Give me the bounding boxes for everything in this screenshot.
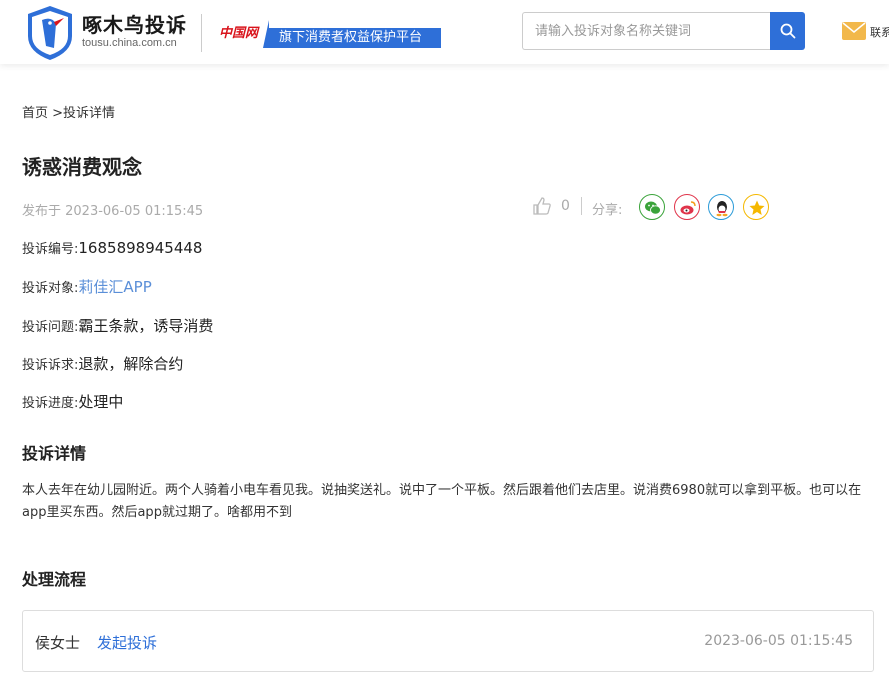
share-separator	[581, 197, 582, 215]
complaint-target-link[interactable]: 莉佳汇APP	[78, 278, 151, 296]
partner-tagline: 旗下消费者权益保护平台	[263, 20, 441, 48]
qq-icon	[716, 201, 728, 217]
page-title: 诱惑消费观念	[22, 155, 142, 179]
field-label: 投诉进度:	[22, 396, 79, 411]
field-label: 投诉对象:	[22, 281, 79, 296]
process-item: 侯女士 发起投诉 2023-06-05 01:15:45	[22, 610, 874, 672]
field-label: 投诉诉求:	[22, 358, 79, 373]
weibo-icon	[680, 201, 696, 215]
site-header: 啄木鸟投诉 tousu.china.com.cn 中国网 旗下消费者权益保护平台…	[0, 0, 889, 64]
process-time: 2023-06-05 01:15:45	[704, 633, 853, 649]
process-heading: 处理流程	[22, 570, 87, 589]
field-label: 投诉编号:	[22, 242, 79, 257]
details-heading: 投诉详情	[22, 444, 87, 463]
complaint-issue-row: 投诉问题:霸王条款，诱导消费	[22, 315, 213, 336]
field-label: 投诉问题:	[22, 320, 79, 335]
woodpecker-logo-icon[interactable]	[24, 4, 76, 62]
complaint-demand: 退款，解除合约	[78, 355, 184, 373]
share-qzone-button[interactable]	[743, 194, 769, 220]
complaint-target-row: 投诉对象:莉佳汇APP	[22, 276, 152, 297]
brand-domain: tousu.china.com.cn	[82, 37, 177, 49]
complaint-progress: 处理中	[78, 393, 124, 411]
process-user: 侯女士	[35, 634, 81, 652]
mail-icon[interactable]	[842, 22, 866, 40]
wechat-icon	[645, 201, 661, 215]
process-action: 发起投诉	[97, 634, 158, 652]
brand-title[interactable]: 啄木鸟投诉	[82, 9, 187, 38]
thumbs-up-icon[interactable]	[532, 196, 552, 216]
complaint-id: 1685898945448	[78, 239, 203, 257]
share-label: 分享:	[592, 203, 623, 218]
share-weibo-button[interactable]	[674, 194, 700, 220]
publish-time: 发布于 2023-06-05 01:15:45	[22, 204, 204, 219]
search-icon	[780, 23, 795, 39]
search-input[interactable]	[522, 12, 771, 50]
header-divider	[201, 14, 202, 52]
complaint-id-row: 投诉编号:1685898945448	[22, 238, 202, 257]
complaint-demand-row: 投诉诉求:退款，解除合约	[22, 353, 183, 374]
china-net-logo[interactable]: 中国网	[219, 22, 258, 41]
contact-link[interactable]: 联系	[870, 24, 889, 40]
qzone-icon	[749, 200, 765, 215]
like-count: 0	[561, 198, 570, 214]
complaint-issue: 霸王条款，诱导消费	[78, 317, 214, 335]
breadcrumb[interactable]: 首页 >投诉详情	[22, 102, 115, 121]
share-qq-button[interactable]	[708, 194, 734, 220]
share-wechat-button[interactable]	[639, 194, 665, 220]
complaint-detail-text: 本人去年在幼儿园附近。两个人骑着小电车看见我。说抽奖送礼。说中了一个平板。然后跟…	[22, 483, 862, 520]
search-button[interactable]	[770, 12, 805, 50]
complaint-progress-row: 投诉进度:处理中	[22, 391, 123, 412]
